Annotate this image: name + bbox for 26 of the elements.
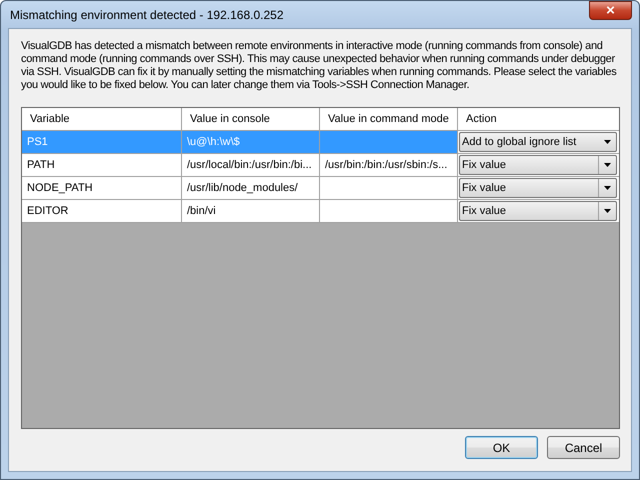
description-text: VisualGDB has detected a mismatch between remote environments in interactive mode (running commands from console) and command mode (running commands over SSH). This may cause unexpected behavior when running commands under debugger via SSH. VisualGDB can fix it by manually setting the mismatching variables when running commands. Please select the variables you would like to be fixed below. You can later change them via Tools->SSH Connection Manager.	[21, 40, 618, 92]
dialog-button[interactable]: Cancel	[547, 436, 620, 459]
table-cell: EDITOR	[22, 200, 182, 222]
action-dropdown[interactable]: Fix value	[459, 201, 617, 221]
column-header[interactable]: Action	[458, 108, 618, 130]
table-cell: /usr/bin:/bin:/usr/sbin:/s...	[320, 154, 458, 176]
close-button[interactable]: ×	[589, 1, 632, 20]
table-cell: /usr/local/bin:/usr/bin:/bi...	[182, 154, 320, 176]
action-dropdown[interactable]: Add to global ignore list	[459, 132, 617, 152]
table-cell: /usr/lib/node_modules/	[182, 177, 320, 199]
dropdown-arrow-icon	[604, 163, 611, 167]
dialog-button[interactable]: OK	[465, 436, 538, 459]
dropdown-arrow-icon	[604, 186, 611, 190]
table-cell: NODE_PATH	[22, 177, 182, 199]
action-dropdown[interactable]: Fix value	[459, 178, 617, 198]
column-header[interactable]: Value in command mode	[320, 108, 458, 130]
window-title: Mismatching environment detected - 192.168.0.252	[9, 8, 284, 22]
dropdown-arrow-icon	[604, 140, 611, 144]
table-cell: \u@\h:\w\$	[182, 131, 320, 153]
column-header[interactable]: Value in console	[182, 108, 320, 130]
action-dropdown[interactable]: Fix value	[459, 155, 617, 175]
table-cell: PATH	[22, 154, 182, 176]
dropdown-arrow-icon	[604, 209, 611, 213]
column-header[interactable]: Variable	[22, 108, 182, 130]
table-cell: /bin/vi	[182, 200, 320, 222]
table-cell: PS1	[22, 131, 182, 153]
